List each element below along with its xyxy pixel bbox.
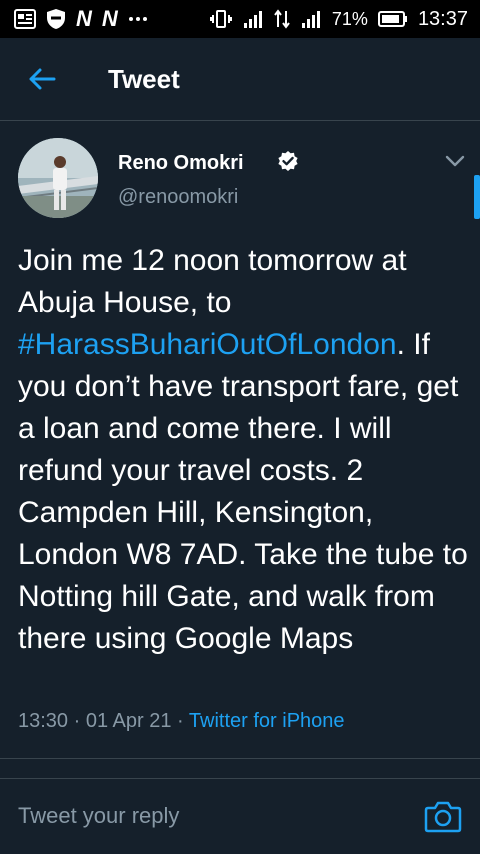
tweet-author: Reno Omokri @renoomokri (18, 138, 468, 220)
tweet-date: 01 Apr 21 (85, 710, 172, 732)
reply-bar (0, 778, 480, 854)
header: Tweet (0, 38, 480, 120)
status-bar-right: 71% 13:37 (209, 7, 480, 31)
tweet-text: Join me 12 noon tomorrow at Abuja House,… (18, 240, 468, 660)
hashtag-link[interactable]: #HarassBuhariOutOfLondon (18, 328, 397, 361)
camera-button[interactable] (424, 798, 462, 834)
content-divider (0, 758, 480, 759)
tweet-text-part2: . If you don’t have transport fare, get … (18, 328, 468, 655)
tweet-time: 13:30 (18, 710, 69, 732)
n-icon: N (101, 6, 118, 31)
vibrate-icon (209, 9, 232, 29)
shield-icon (46, 8, 66, 30)
author-name[interactable]: Reno Omokri (118, 152, 244, 175)
meta-separator: · (177, 710, 184, 732)
tweet-meta: 13:30 · 01 Apr 21 · Twitter for iPhone (18, 710, 345, 733)
chevron-down-icon[interactable] (442, 148, 468, 174)
signal-icon (242, 9, 264, 29)
page-title: Tweet (108, 63, 180, 94)
author-handle[interactable]: @renoomokri (118, 186, 238, 209)
status-bar-left: N N (0, 6, 148, 32)
avatar[interactable] (18, 138, 98, 218)
tweet-source-link[interactable]: Twitter for iPhone (189, 710, 345, 732)
status-bar: N N 71% 13:37 (0, 0, 480, 38)
scrollbar-thumb[interactable] (474, 175, 480, 219)
tweet-text-part1: Join me 12 noon tomorrow at Abuja House,… (18, 244, 407, 319)
camera-icon (424, 801, 462, 833)
verified-badge-icon (278, 151, 298, 171)
status-time: 13:37 (417, 7, 468, 30)
meta-separator: · (73, 710, 81, 732)
battery-percent: 71% (331, 8, 368, 29)
back-button[interactable] (22, 59, 62, 99)
battery-icon (377, 10, 408, 28)
data-transfer-icon (274, 9, 290, 29)
more-dots-icon (128, 16, 148, 22)
reply-input[interactable] (18, 796, 398, 836)
signal-icon (300, 9, 322, 29)
news-icon (14, 9, 36, 29)
n-icon: N (76, 6, 92, 31)
header-divider (0, 120, 480, 121)
arrow-left-icon (29, 68, 56, 90)
